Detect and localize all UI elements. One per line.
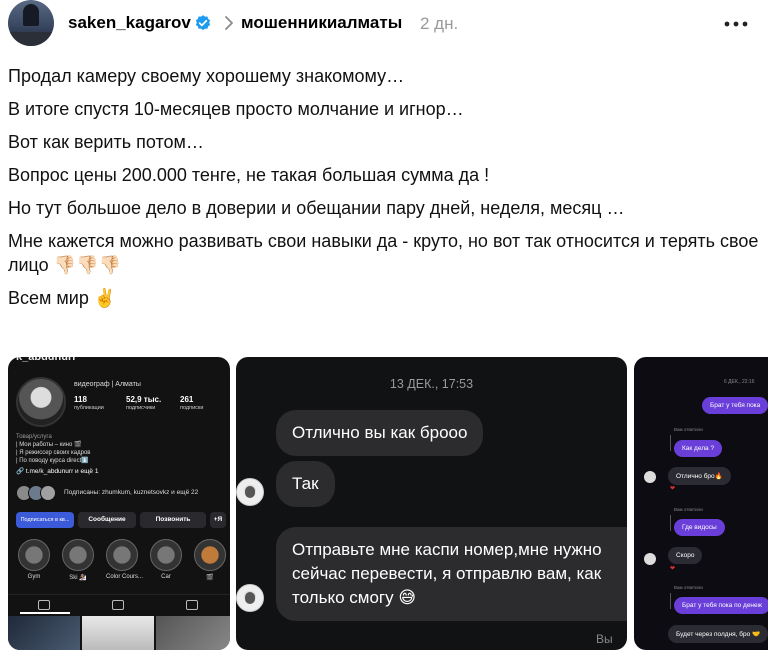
reels-icon <box>112 600 124 610</box>
post-line: Мне кажется можно развивать свои навыки … <box>8 231 759 275</box>
avatar-figure <box>23 4 39 26</box>
ig-subscribers-text: Подписаны: zhumkum, kuznetsovkz и ещё 22 <box>64 489 199 496</box>
chat-reply-label: Вам ответили <box>674 507 703 512</box>
attached-image-chat-2[interactable]: 6 ДЕК., 22:16 Брат у тебя пока Вам ответ… <box>634 357 768 650</box>
chat-message: Брат у тебя пока по денеж <box>674 597 768 614</box>
ig-stat-posts: 118 публикации <box>74 395 104 411</box>
chat-sender-avatar <box>644 553 656 565</box>
ig-highlight: Ski 🏂 <box>62 539 94 581</box>
ig-stat-following: 261 подписки <box>180 395 204 411</box>
ig-message-button: Сообщение <box>78 512 136 528</box>
chat-message: Так <box>276 461 335 507</box>
ig-grid-cell <box>8 616 80 650</box>
reply-bar <box>670 435 671 451</box>
ig-tabs <box>8 594 230 614</box>
chat-sender-avatar <box>236 584 264 612</box>
reply-bar <box>670 515 671 531</box>
ig-highlight: Color Cours... <box>106 539 143 580</box>
ig-grid-cell <box>156 616 230 650</box>
reply-bar <box>670 593 671 609</box>
ig-highlight: Car <box>150 539 182 580</box>
avatar-ground <box>8 32 54 46</box>
ig-mutual-subscribers: Подписаны: zhumkum, kuznetsovkz и ещё 22 <box>16 485 226 501</box>
chevron-right-icon <box>225 16 233 30</box>
heart-reaction-icon: ❤ <box>670 486 676 492</box>
heart-reaction-icon: ❤ <box>670 566 676 572</box>
chat-message: Где видосы <box>674 519 725 536</box>
ig-bio-line: | Мои работы – кино 🎬 <box>16 442 82 448</box>
post-line: Но тут большое дело в доверии и обещании… <box>8 198 625 218</box>
chat-message: Как дела ? <box>674 440 723 457</box>
ig-link: 🔗 t.me/k_abdunurr и ещё 1 <box>16 468 99 475</box>
ig-mutual-avatars <box>16 485 60 501</box>
ig-bio-line: | По поводу курса direct⬇️ <box>16 458 89 464</box>
attached-image-chat[interactable]: 13 ДЕК., 17:53 Отлично вы как броoo Так … <box>236 357 627 650</box>
chat-message: Скоро <box>668 547 703 564</box>
ig-add-button: +Я <box>210 512 226 528</box>
author-username[interactable]: saken_kagarov <box>68 13 191 33</box>
ig-stat-followers: 52,9 тыс. подписчики <box>126 395 162 411</box>
ig-highlight: Gym <box>18 539 50 580</box>
ig-profile-avatar <box>16 377 66 427</box>
ig-active-tab-indicator <box>20 612 70 614</box>
ig-post-grid <box>8 616 230 650</box>
chat-message: Будет через полдня, бро 🤝 <box>668 625 768 643</box>
ig-bio-line: Товар/услуга <box>16 434 52 440</box>
post-line: Вопрос цены 200.000 тенге, не такая боль… <box>8 165 490 185</box>
ig-role: видеограф | Алматы <box>74 381 141 388</box>
post-body: Продал камеру своему хорошему знакомому…… <box>8 64 763 319</box>
chat-reply-label: Вам ответили <box>674 427 703 432</box>
chat-date: 6 ДЕК., 22:16 <box>724 379 755 385</box>
grid-icon <box>38 600 50 610</box>
ig-handle: k_abdunurr <box>16 357 77 363</box>
chat-sender-avatar <box>236 478 264 506</box>
ig-bio-line: | Я режиссер своих кадров <box>16 450 91 456</box>
post-line: Продал камеру своему хорошему знакомому… <box>8 66 405 86</box>
more-options-icon[interactable] <box>722 14 750 34</box>
ig-action-buttons: Подписаться в кв... Сообщение Позвонить … <box>16 512 226 528</box>
chat-message: Отлично вы как броoo <box>276 410 484 456</box>
community-name[interactable]: мошенникиалматы <box>241 13 402 33</box>
ig-highlight: 🎬 <box>194 539 226 581</box>
chat-sender-avatar <box>644 471 656 483</box>
post-timestamp: 2 дн. <box>420 14 459 33</box>
attached-image-profile[interactable]: k_abdunurr видеограф | Алматы 118 публика… <box>8 357 230 650</box>
post-line: Всем мир ✌️ <box>8 288 117 308</box>
chat-message: Отлично бро🔥 <box>668 467 731 485</box>
chat-partial-text: Вы от <box>596 632 613 650</box>
tagged-icon <box>186 600 198 610</box>
chat-reply-label: Вам ответили <box>674 585 703 590</box>
author-avatar[interactable] <box>8 0 54 46</box>
post-header: saken_kagarov мошенникиалматы 2 дн. <box>0 0 768 50</box>
verified-badge-icon <box>195 15 211 31</box>
ig-bio: Товар/услуга | Мои работы – кино 🎬 | Я р… <box>16 433 216 465</box>
ig-grid-cell <box>82 616 154 650</box>
chat-message: Брат у тебя пока <box>702 397 768 414</box>
post-line: Вот как верить потом… <box>8 132 204 152</box>
ig-call-button: Позвонить <box>140 512 206 528</box>
ig-subscribe-button: Подписаться в кв... <box>16 512 74 528</box>
post-line: В итоге спустя 10-месяцев просто молчани… <box>8 99 464 119</box>
chat-message: Отправьте мне каспи номер,мне нужно сейч… <box>276 527 627 621</box>
chat-date: 13 ДЕК., 17:53 <box>389 377 474 391</box>
